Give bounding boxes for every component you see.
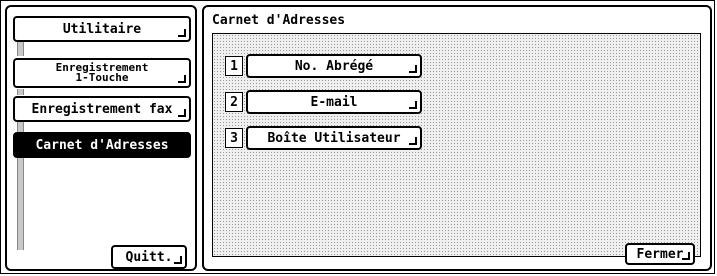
- boite-utilisateur-label: Boîte Utilisateur: [267, 130, 401, 146]
- quit-label: Quitt.: [125, 249, 173, 265]
- close-label: Fermer: [636, 246, 684, 262]
- menu-connector-bar: [17, 89, 24, 95]
- main-panel: Carnet d'Adresses 1 No. Abrégé 2 E-mail …: [202, 5, 712, 271]
- no-abrege-button[interactable]: No. Abrégé: [246, 54, 422, 78]
- screen-frame: Utilitaire Enregistrement 1-Touche Enreg…: [0, 0, 715, 274]
- menu-connector-bar: [17, 40, 24, 56]
- close-button[interactable]: Fermer: [625, 243, 695, 265]
- carnet-adresses-button[interactable]: Carnet d'Adresses: [13, 132, 191, 158]
- email-button[interactable]: E-mail: [246, 90, 422, 114]
- option-number: 1: [225, 56, 243, 76]
- option-row: 3 Boîte Utilisateur: [225, 126, 422, 150]
- menu-connector-bar: [17, 122, 24, 132]
- option-number: 3: [225, 128, 243, 148]
- page-title: Carnet d'Adresses: [212, 13, 346, 28]
- utilitaire-button[interactable]: Utilitaire: [13, 16, 191, 42]
- menu-connector-bar: [17, 158, 24, 250]
- option-row: 2 E-mail: [225, 90, 422, 114]
- email-label: E-mail: [310, 94, 358, 110]
- no-abrege-label: No. Abrégé: [294, 58, 374, 74]
- enregistrement-1touche-button[interactable]: Enregistrement 1-Touche: [13, 58, 191, 88]
- quit-button[interactable]: Quitt.: [111, 245, 187, 269]
- left-menu-panel: Utilitaire Enregistrement 1-Touche Enreg…: [5, 5, 197, 271]
- enregistrement-1touche-line2: 1-Touche: [75, 71, 129, 84]
- carnet-adresses-label: Carnet d'Adresses: [35, 137, 169, 153]
- option-number: 2: [225, 92, 243, 112]
- utilitaire-label: Utilitaire: [62, 21, 142, 37]
- option-row: 1 No. Abrégé: [225, 54, 422, 78]
- enregistrement-fax-label: Enregistrement fax: [31, 101, 173, 117]
- options-area: 1 No. Abrégé 2 E-mail 3 Boîte Utilisateu…: [212, 33, 701, 265]
- enregistrement-fax-button[interactable]: Enregistrement fax: [13, 96, 191, 122]
- boite-utilisateur-button[interactable]: Boîte Utilisateur: [246, 126, 422, 150]
